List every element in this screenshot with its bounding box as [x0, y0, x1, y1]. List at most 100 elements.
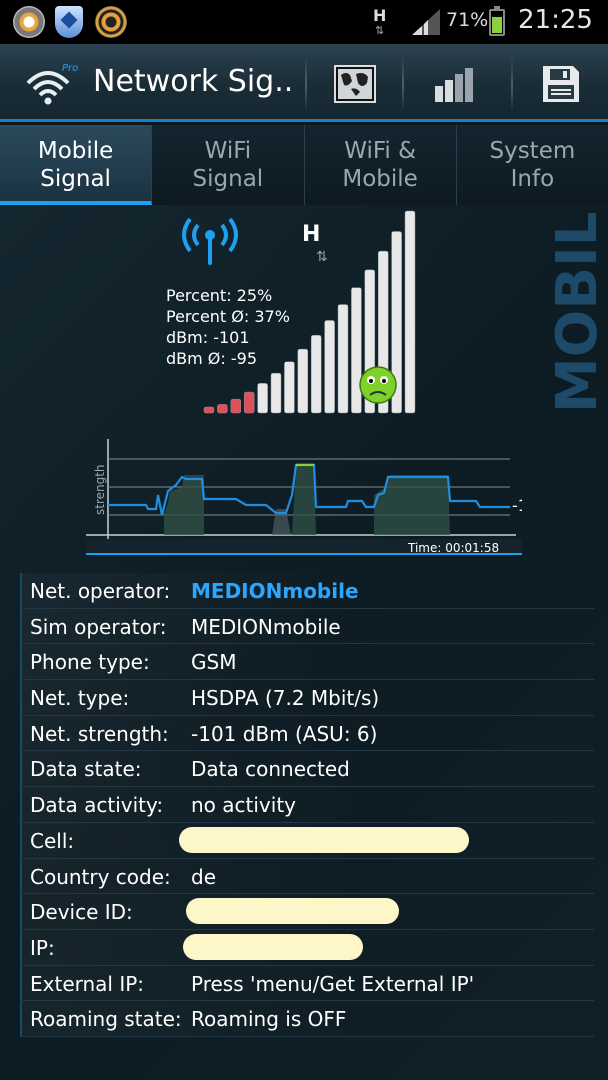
info-label: Data activity:: [30, 793, 164, 818]
info-label: Sim operator:: [30, 614, 167, 639]
info-value: GSM: [191, 650, 237, 675]
info-label: Roaming state:: [30, 1007, 182, 1032]
percent-text: Percent: 25%: [166, 286, 273, 305]
info-value: -101 dBm (ASU: 6): [191, 721, 378, 746]
info-value: no activity: [191, 793, 296, 818]
mobile-side-label-text: MOBILE: [546, 213, 604, 413]
tab-wifi-signal[interactable]: WiFi Signal: [152, 125, 305, 205]
redacted-value: [179, 826, 469, 853]
info-value: Roaming is OFF: [191, 1007, 347, 1032]
info-row: Data state: Data connected: [20, 751, 594, 788]
tab-bar: Mobile Signal WiFi Signal WiFi & Mobile …: [0, 125, 608, 205]
signal-bar: [284, 361, 295, 414]
tab-label-line2: Info: [510, 166, 555, 192]
save-icon: [543, 66, 579, 102]
battery-icon: [489, 6, 505, 36]
info-label: Net. operator:: [30, 579, 171, 603]
dbm-text: dBm: -101: [166, 328, 250, 347]
info-label: Net. type:: [30, 686, 130, 711]
network-type-indicator: H: [373, 6, 387, 25]
signal-bar: [351, 287, 362, 414]
app-bar: Pro Network Sig..: [0, 44, 608, 122]
signal-bar: [324, 320, 335, 414]
info-row: Roaming state: Roaming is OFF: [20, 1001, 594, 1037]
tab-label-line2: Mobile: [342, 166, 418, 192]
info-value: de: [191, 864, 216, 889]
info-row: Net. operator: MEDIONmobile: [20, 573, 594, 609]
info-value: HSDPA (7.2 Mbit/s): [191, 686, 380, 711]
info-row: Device ID:: [20, 894, 594, 930]
tab-mobile-signal[interactable]: Mobile Signal: [0, 125, 153, 205]
data-arrows-icon: ⇅: [375, 24, 385, 37]
mobile-side-label: MOBILE: [546, 213, 604, 413]
status-bar: H ⇅ 71% 21:25: [0, 0, 608, 44]
antenna-icon: [182, 217, 238, 265]
info-row: Data activity: no activity: [20, 787, 594, 823]
tab-label-line2: Signal: [40, 166, 111, 192]
signal-bar: [243, 391, 255, 414]
info-label: Country code:: [30, 864, 171, 889]
tab-system-info[interactable]: System Info: [456, 125, 608, 205]
info-row: External IP: Press 'menu/Get External IP': [20, 965, 594, 1002]
info-row: Net. type: HSDPA (7.2 Mbit/s): [20, 680, 594, 716]
info-value: Press 'menu/Get External IP': [191, 971, 475, 996]
info-label: Net. strength:: [30, 721, 169, 746]
graph-ylabel: strength: [93, 464, 107, 515]
percent-avg-text: Percent Ø: 37%: [166, 307, 290, 326]
mobile-signal-panel: MOBILE H ⇅ Percent: 25% Percent Ø: 37% d…: [0, 205, 608, 1080]
signal-bars-icon: [435, 68, 473, 102]
info-row: Country code: de: [20, 858, 594, 895]
dbm-avg-text: dBm Ø: -95: [166, 349, 258, 368]
signal-bar: [297, 348, 309, 414]
info-row: Sim operator: MEDIONmobile: [20, 608, 594, 645]
network-badge-arrows: ⇅: [316, 249, 328, 265]
save-button[interactable]: [526, 54, 596, 114]
info-label: Device ID:: [30, 900, 133, 925]
redacted-value: [183, 933, 363, 960]
info-row: IP:: [20, 929, 594, 966]
graph-time-label: Time: 00:01:58: [407, 541, 499, 555]
info-row: Net. strength: -101 dBm (ASU: 6): [20, 715, 594, 752]
battery-percent: 71%: [446, 9, 489, 31]
signal-bar: [337, 304, 349, 414]
clock: 21:25: [518, 5, 593, 35]
tab-label-line1: Mobile: [37, 138, 114, 164]
info-label: External IP:: [30, 971, 145, 996]
strength-graph: strength -101 Time: 00:01:58: [86, 439, 522, 555]
signal-bar: [230, 398, 242, 414]
signal-stats: Percent: 25% Percent Ø: 37% dBm: -101 dB…: [166, 285, 290, 369]
info-label: IP:: [30, 935, 55, 960]
info-value: MEDIONmobile: [191, 579, 359, 603]
info-value: Data connected: [191, 757, 350, 782]
tab-label-line1: WiFi: [204, 138, 252, 164]
signal-bar: [270, 372, 282, 414]
signal-bar: [310, 335, 322, 414]
cell-signal-icon: [412, 9, 440, 35]
info-label: Phone type:: [30, 650, 150, 675]
tab-label-line1: WiFi &: [344, 138, 417, 164]
tab-label-line1: System: [489, 138, 576, 164]
app-logo-icon[interactable]: Pro: [22, 59, 82, 107]
tab-label-line2: Signal: [192, 166, 264, 192]
info-label: Data state:: [30, 757, 142, 782]
redacted-value: [186, 898, 399, 925]
map-button[interactable]: [320, 54, 390, 114]
info-label: Cell:: [30, 828, 75, 853]
network-badge: H: [302, 222, 320, 247]
signal-bar: [404, 210, 416, 414]
signal-bar: [203, 406, 215, 414]
map-icon: [334, 65, 376, 103]
info-value: MEDIONmobile: [191, 614, 341, 639]
smiley-icon: [359, 366, 397, 404]
notification-app-icon: [13, 6, 45, 38]
info-row: Phone type: GSM: [20, 644, 594, 681]
tab-wifi-and-mobile[interactable]: WiFi & Mobile: [304, 125, 457, 205]
signal-bars-button[interactable]: [420, 54, 490, 114]
notification-app-icon: [95, 6, 127, 38]
shield-icon: [55, 6, 83, 38]
graph-current-value: -101: [512, 496, 522, 515]
signal-bar: [217, 404, 228, 414]
info-row: Cell:: [20, 822, 594, 859]
signal-bar: [257, 383, 268, 414]
app-title: Network Sig..: [93, 64, 294, 99]
